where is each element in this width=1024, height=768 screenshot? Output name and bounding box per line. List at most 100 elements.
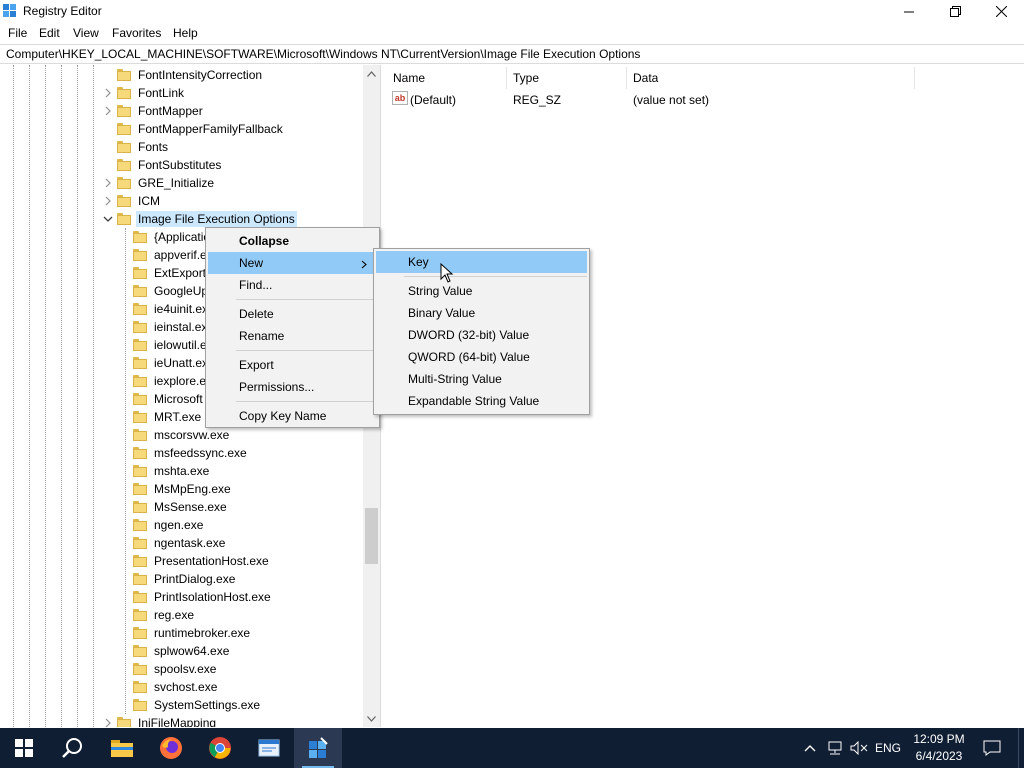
menu-item-label: Export [239,358,274,372]
show-desktop-button[interactable] [1018,728,1024,768]
tree-item-label: PrintDialog.exe [154,572,236,586]
context-menu-item-rename[interactable]: Rename [208,325,377,347]
tree-item[interactable]: ngentask.exe [0,534,363,552]
folder-icon [133,429,147,441]
file-explorer-button[interactable] [98,728,146,768]
context-menu-item-permissions[interactable]: Permissions... [208,376,377,398]
tree-item-label: ExtExport [154,266,207,280]
chevron-right-icon[interactable] [103,196,113,206]
action-center-button[interactable] [980,728,1004,768]
menu-help[interactable]: Help [173,26,198,40]
minimize-button[interactable] [886,0,932,22]
tree-item[interactable]: FontLink [0,84,363,102]
tree-item[interactable]: FontIntensityCorrection [0,66,363,84]
folder-icon [117,141,131,153]
search-button[interactable] [48,728,96,768]
tree-item[interactable]: PrintDialog.exe [0,570,363,588]
context-menu-item-delete[interactable]: Delete [208,303,377,325]
chevron-right-icon[interactable] [103,178,113,188]
tree-item[interactable]: reg.exe [0,606,363,624]
tree-item[interactable]: Fonts [0,138,363,156]
chevron-right-icon[interactable] [103,718,113,727]
menu-edit[interactable]: Edit [39,26,60,40]
folder-icon [133,357,147,369]
new-submenu-item-string-value[interactable]: String Value [376,280,587,302]
folder-icon [117,159,131,171]
new-submenu-item-qword-64-bit-value[interactable]: QWORD (64-bit) Value [376,346,587,368]
menu-item-label: DWORD (32-bit) Value [408,328,530,342]
context-menu-item-export[interactable]: Export [208,354,377,376]
tree-item-label: Microsoft [154,392,203,406]
tree-item-label: FontMapperFamilyFallback [138,122,283,136]
column-divider[interactable] [914,67,915,89]
chevron-down-icon[interactable] [103,214,113,224]
tree-item[interactable]: SystemSettings.exe [0,696,363,714]
folder-icon [133,537,147,549]
tree-item[interactable]: ngen.exe [0,516,363,534]
tree-item-label: appverif.e [154,248,207,262]
volume-tray-button[interactable] [848,728,870,768]
firefox-button[interactable] [147,728,195,768]
restore-button[interactable] [932,0,978,22]
tree-item[interactable]: splwow64.exe [0,642,363,660]
menu-file[interactable]: File [8,26,27,40]
value-data: (value not set) [633,93,710,107]
tree-item[interactable]: FontMapperFamilyFallback [0,120,363,138]
column-header-data[interactable]: Data [633,71,658,85]
column-divider[interactable] [506,67,507,89]
regedit-taskbar-button[interactable] [294,728,342,768]
tree-item[interactable]: PresentationHost.exe [0,552,363,570]
network-tray-button[interactable] [824,728,846,768]
chevron-right-icon[interactable] [103,88,113,98]
scroll-up-arrow-icon[interactable] [363,65,380,82]
new-submenu-item-binary-value[interactable]: Binary Value [376,302,587,324]
column-header-name[interactable]: Name [393,71,425,85]
context-menu: Collapse New Find... Delete Rename Export Perm… [205,227,380,428]
start-button[interactable] [0,728,48,768]
context-menu-item-collapse[interactable]: Collapse [208,230,377,252]
chevron-right-icon[interactable] [103,106,113,116]
context-menu-item-find[interactable]: Find... [208,274,377,296]
tree-item[interactable]: ICM [0,192,363,210]
language-indicator[interactable]: ENG [872,728,904,768]
folder-icon [133,267,147,279]
file-explorer-icon [111,740,133,757]
taskbar-clock[interactable]: 12:09 PM 6/4/2023 [905,731,973,765]
notepad-button[interactable] [245,728,293,768]
menu-item-label: Rename [239,329,285,343]
value-type: REG_SZ [513,93,562,107]
scroll-down-arrow-icon[interactable] [363,710,380,727]
tree-item[interactable]: svchost.exe [0,678,363,696]
column-divider[interactable] [626,67,627,89]
context-menu-item-new[interactable]: New [208,252,377,274]
address-bar[interactable]: Computer\HKEY_LOCAL_MACHINE\SOFTWARE\Mic… [0,44,1024,64]
menu-favorites[interactable]: Favorites [112,26,161,40]
tree-item[interactable]: FontMapper [0,102,363,120]
menu-separator [236,299,377,300]
new-submenu-item-multi-string-value[interactable]: Multi-String Value [376,368,587,390]
tree-item[interactable]: MsMpEng.exe [0,480,363,498]
tree-item-label: FontSubstitutes [138,158,222,172]
tree-item[interactable]: msfeedssync.exe [0,444,363,462]
chrome-button[interactable] [196,728,244,768]
scroll-thumb[interactable] [365,508,378,564]
tree-item[interactable]: IniFileMapping [0,714,363,727]
tree-item[interactable]: spoolsv.exe [0,660,363,678]
tree-item[interactable]: GRE_Initialize [0,174,363,192]
new-submenu-item-expandable-string-value[interactable]: Expandable String Value [376,390,587,412]
new-submenu-item-key[interactable]: Key [376,251,587,273]
tree-item[interactable]: Image File Execution Options [0,210,363,228]
tree-item[interactable]: MsSense.exe [0,498,363,516]
tree-item[interactable]: FontSubstitutes [0,156,363,174]
column-header-type[interactable]: Type [513,71,539,85]
menu-view[interactable]: View [73,26,99,40]
close-button[interactable] [978,0,1024,22]
tree-item-label: iexplore.e [154,374,207,388]
context-menu-item-copy-key-name[interactable]: Copy Key Name [208,405,377,427]
tree-item[interactable]: PrintIsolationHost.exe [0,588,363,606]
show-hidden-icons-button[interactable] [800,728,820,768]
tree-item[interactable]: mshta.exe [0,462,363,480]
tree-item[interactable]: mscorsvw.exe [0,426,363,444]
tree-item[interactable]: runtimebroker.exe [0,624,363,642]
new-submenu-item-dword-32-bit-value[interactable]: DWORD (32-bit) Value [376,324,587,346]
